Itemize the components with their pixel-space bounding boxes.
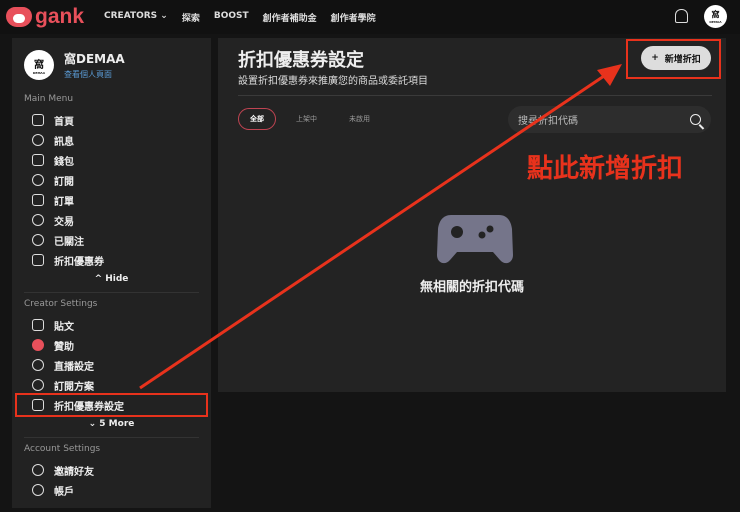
sidebar-item-messages[interactable]: 訊息 — [12, 130, 211, 150]
nav-grants[interactable]: 創作者補助金 — [263, 11, 317, 24]
sidebar: 窩 DEMAA 窩DEMAA 查看個人頁面 Main Menu 首頁 訊息 錢包 訂… — [12, 38, 211, 508]
sidebar-item-invite[interactable]: 邀請好友 — [12, 460, 211, 480]
view-profile-link[interactable]: 查看個人頁面 — [64, 69, 125, 80]
clipboard-icon — [32, 194, 44, 206]
tab-all[interactable]: 全部 — [238, 108, 276, 130]
tab-active[interactable]: 上架中 — [284, 108, 329, 130]
sidebar-item-following[interactable]: 已關注 — [12, 230, 211, 250]
divider — [238, 95, 712, 96]
nav-boost[interactable]: BOOST — [214, 11, 249, 24]
section-creator-settings: Creator Settings — [24, 299, 98, 309]
gear-icon — [32, 359, 44, 371]
ticket-icon — [32, 399, 44, 411]
bell-icon[interactable] — [675, 9, 688, 23]
nav-explore[interactable]: 探索 — [182, 11, 200, 24]
user-circle-icon — [32, 484, 44, 496]
profile-avatar[interactable]: 窩 DEMAA — [24, 50, 54, 80]
user-heart-icon — [32, 464, 44, 476]
sidebar-item-coupon-settings[interactable]: 折扣優惠券設定 — [15, 393, 208, 417]
annotation-text: 點此新增折扣 — [527, 154, 684, 184]
avatar[interactable]: 窩 DEMAA — [704, 5, 727, 28]
tab-inactive[interactable]: 未啟用 — [337, 108, 382, 130]
sidebar-item-wallet[interactable]: 錢包 — [12, 150, 211, 170]
empty-state-text: 無相關的折扣代碼 — [419, 280, 524, 295]
add-discount-button[interactable]: + 新增折扣 — [641, 46, 711, 70]
search-input[interactable]: 搜尋折扣代碼 — [508, 106, 711, 133]
gank-logo[interactable]: gank — [6, 5, 84, 29]
section-main-menu: Main Menu — [24, 94, 74, 104]
profile-name: 窩DEMAA — [64, 52, 125, 66]
gear-icon — [32, 379, 44, 391]
page-title: 折扣優惠券設定 — [238, 50, 364, 71]
chat-icon — [32, 134, 44, 146]
divider — [24, 437, 199, 438]
gamepad-icon — [437, 215, 513, 264]
heart-icon — [32, 339, 44, 351]
ticket-icon — [32, 254, 44, 266]
main-panel: 折扣優惠券設定 設置折扣優惠券來推廣您的商品或委託項目 + 新增折扣 全部 上架中… — [218, 38, 726, 392]
divider — [24, 292, 199, 293]
sidebar-item-posts[interactable]: 貼文 — [12, 315, 211, 335]
document-icon — [32, 319, 44, 331]
sidebar-item-subscription-plans[interactable]: 訂閱方案 — [12, 375, 211, 395]
nav-academy[interactable]: 創作者學院 — [331, 11, 376, 24]
dollar-icon — [32, 214, 44, 226]
sidebar-item-subscriptions[interactable]: 訂閱 — [12, 170, 211, 190]
sidebar-item-home[interactable]: 首頁 — [12, 110, 211, 130]
sidebar-item-orders[interactable]: 訂單 — [12, 190, 211, 210]
wallet-icon — [32, 154, 44, 166]
user-heart-icon — [32, 234, 44, 246]
user-heart-icon — [32, 174, 44, 186]
sidebar-item-coupons[interactable]: 折扣優惠券 — [12, 250, 211, 270]
sidebar-item-sponsor[interactable]: 贊助 — [12, 335, 211, 355]
sidebar-item-transactions[interactable]: 交易 — [12, 210, 211, 230]
plus-icon: + — [651, 53, 659, 63]
sidebar-item-account[interactable]: 帳戶 — [12, 480, 211, 500]
red-panda-icon — [6, 7, 32, 27]
sidebar-item-stream-settings[interactable]: 直播設定 — [12, 355, 211, 375]
hide-toggle[interactable]: ^ Hide — [12, 270, 211, 288]
page-subtitle: 設置折扣優惠券來推廣您的商品或委託項目 — [238, 76, 428, 87]
more-toggle[interactable]: ⌄ 5 More — [12, 415, 211, 433]
nav-creators[interactable]: CREATORS ⌄ — [104, 11, 168, 24]
search-icon[interactable] — [690, 114, 701, 125]
section-account-settings: Account Settings — [24, 444, 101, 454]
top-bar: gank CREATORS ⌄ 探索 BOOST 創作者補助金 創作者學院 窩D… — [0, 0, 740, 34]
home-icon — [32, 114, 44, 126]
